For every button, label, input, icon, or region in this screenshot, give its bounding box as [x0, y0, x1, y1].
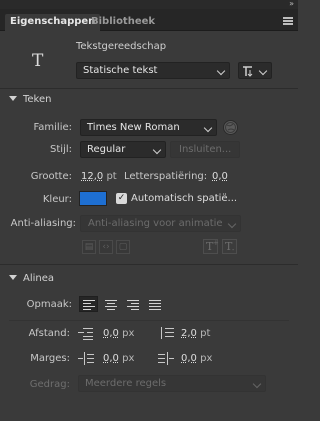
align-center-icon[interactable]: [101, 296, 120, 312]
style-label: Stijl:: [50, 144, 72, 155]
embed-button[interactable]: Insluiten...: [170, 141, 240, 158]
font-style-value: Regular: [87, 144, 126, 155]
left-margin-value[interactable]: 0,0 px: [103, 353, 134, 364]
chevron-down-icon: [203, 123, 213, 133]
section-divider: [0, 264, 298, 265]
selectable-text-icon[interactable]: ▤: [82, 240, 96, 254]
antialias-label: Anti-aliasing:: [10, 218, 76, 229]
text-tool-icon: T: [32, 51, 44, 71]
autokern-checkbox[interactable]: ✓: [116, 193, 127, 204]
tab-bibliotheek[interactable]: Bibliotheek: [86, 14, 160, 31]
text-type-dropdown[interactable]: Statische tekst: [76, 62, 230, 79]
antialias-value: Anti-aliasing voor animatie: [88, 218, 223, 229]
letter-spacing-value[interactable]: 0,0: [212, 171, 228, 182]
properties-panel: T Tekstgereedschap Statische tekst Teken…: [0, 31, 298, 421]
chevron-down-icon: [258, 66, 268, 76]
left-margin-icon: [78, 352, 94, 366]
autokern-label: Automatisch spatië...: [131, 193, 238, 204]
behavior-label: Gedrag:: [29, 379, 70, 390]
chevron-down-icon: [152, 145, 162, 155]
line-spacing-value[interactable]: 2,0 pt: [181, 328, 210, 339]
tool-name: Tekstgereedschap: [76, 41, 167, 52]
globe-icon[interactable]: [223, 120, 238, 135]
align-right-icon[interactable]: [123, 296, 142, 312]
align-justify-icon[interactable]: [145, 296, 164, 312]
format-label: Opmaak:: [26, 299, 72, 310]
text-orientation-dropdown[interactable]: [238, 62, 272, 79]
line-spacing-icon: [158, 326, 174, 340]
indent-icon: [78, 327, 94, 341]
collapse-triangle-icon: [9, 275, 17, 280]
collapse-triangle-icon: [9, 96, 17, 101]
right-margin-icon: [158, 352, 174, 366]
render-html-icon[interactable]: ‹›: [99, 240, 113, 254]
color-label: Kleur:: [42, 194, 72, 205]
behavior-dropdown[interactable]: Meerdere regels: [78, 375, 266, 392]
font-family-dropdown[interactable]: Times New Roman: [80, 119, 217, 136]
panel-menu-icon[interactable]: [283, 17, 293, 25]
font-size-value[interactable]: 12,0 pt: [81, 171, 117, 182]
right-margin-value[interactable]: 0,0 px: [181, 353, 212, 364]
teken-section-header[interactable]: Teken: [9, 94, 52, 105]
panel-tab-bar: Eigenschappen Bibliotheek: [0, 9, 298, 31]
font-family-value: Times New Roman: [87, 122, 180, 133]
window-top-strip: »: [0, 0, 298, 9]
text-type-value: Statische tekst: [83, 65, 158, 76]
chevron-down-icon: [252, 379, 262, 389]
margins-label: Marges:: [30, 353, 70, 364]
subscript-icon[interactable]: T-: [222, 239, 237, 254]
indent-value[interactable]: 0,0 px: [103, 328, 134, 339]
section-divider: [0, 88, 298, 89]
alinea-section-header[interactable]: Alinea: [9, 273, 54, 284]
spacing-label: Afstand:: [28, 328, 70, 339]
superscript-icon[interactable]: T +: [203, 239, 219, 254]
font-style-dropdown[interactable]: Regular: [80, 141, 166, 158]
size-label: Grootte:: [30, 171, 72, 182]
letter-spacing-label: Letterspatiëring:: [124, 171, 208, 182]
show-border-icon[interactable]: ▢: [116, 240, 130, 254]
collapse-panel-icon[interactable]: »: [289, 0, 294, 8]
text-orientation-icon: [243, 66, 253, 77]
embed-label: Insluiten...: [179, 144, 232, 155]
chevron-down-icon: [227, 219, 237, 229]
align-left-icon[interactable]: [79, 296, 98, 312]
behavior-value: Meerdere regels: [85, 378, 167, 389]
text-color-swatch[interactable]: [79, 191, 107, 206]
chevron-down-icon: [216, 66, 226, 76]
family-label: Familie:: [33, 122, 72, 133]
section-divider: [9, 320, 289, 321]
antialias-dropdown[interactable]: Anti-aliasing voor animatie: [80, 215, 241, 232]
